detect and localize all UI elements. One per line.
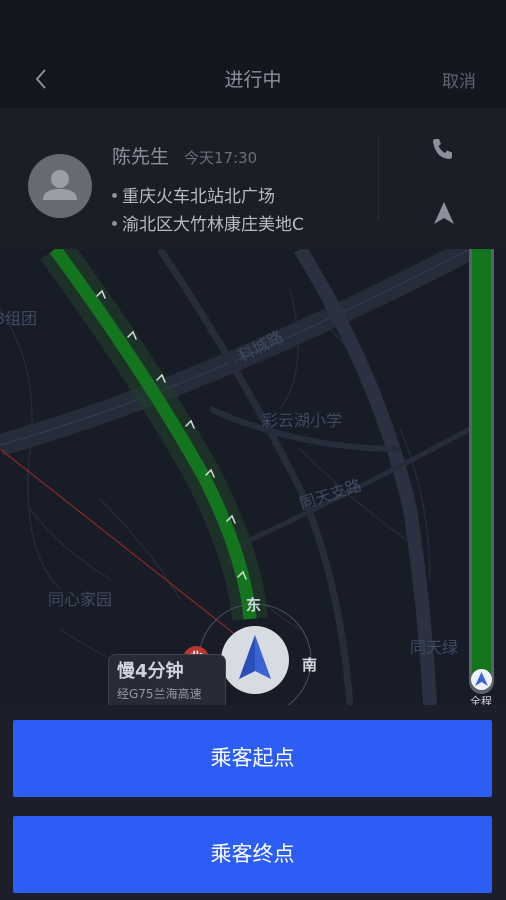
bullet-dot (112, 192, 117, 198)
phone-icon (433, 139, 452, 159)
navigation-arrow-icon (434, 202, 454, 224)
person-icon (43, 170, 77, 200)
passenger-end-button[interactable]: 乘客终点 (13, 816, 492, 893)
compass-east-label: 东 (246, 596, 262, 614)
call-button[interactable] (428, 134, 458, 164)
end-address-text: 渝北区大竹林康庄美地C (122, 215, 304, 235)
map-label-poi: B组团 (0, 309, 37, 328)
navigate-button[interactable] (430, 198, 458, 228)
progress-position-marker (471, 669, 492, 690)
eta-card: 慢4分钟 经G75兰海高速 (108, 654, 226, 705)
passenger-start-button[interactable]: 乘客起点 (13, 720, 492, 797)
progress-label: 全程 (470, 695, 492, 705)
start-address-text: 重庆火车北站北广场 (122, 187, 275, 207)
route-progress-fill (472, 249, 491, 681)
passenger-info-panel: 陈先生 今天17:30 重庆火车北站北广场 渝北区大竹林康庄美地C (0, 108, 506, 249)
route-progress-bar (469, 249, 494, 694)
vehicle-arrow-icon (475, 672, 488, 686)
pickup-time: 今天17:30 (184, 149, 258, 167)
map-view[interactable]: B组团 科城路 彩云湖小学 同天支路 同心家园 同天绿 全程 东 南 北 慢4分… (0, 249, 506, 705)
eta-delay: 慢4分钟 (117, 661, 184, 682)
compass-south-label: 南 (302, 656, 318, 674)
bottom-action-sheet: 乘客起点 乘客终点 (0, 705, 506, 900)
passenger-name: 陈先生 (112, 146, 170, 168)
top-nav-bar: 进行中 取消 (0, 48, 506, 108)
vertical-divider (378, 138, 379, 220)
page-title: 进行中 (224, 69, 282, 91)
status-bar (0, 0, 506, 48)
eta-route: 经G75兰海高速 (117, 687, 202, 701)
map-label-school: 彩云湖小学 (262, 411, 343, 430)
map-label-road: 同天绿 (410, 638, 459, 657)
end-address: 渝北区大竹林康庄美地C (112, 210, 304, 235)
avatar (28, 154, 92, 218)
bullet-dot (112, 220, 117, 226)
start-address: 重庆火车北站北广场 (112, 182, 275, 207)
map-label-poi: 同心家园 (48, 590, 113, 609)
cancel-button[interactable]: 取消 (442, 67, 476, 92)
